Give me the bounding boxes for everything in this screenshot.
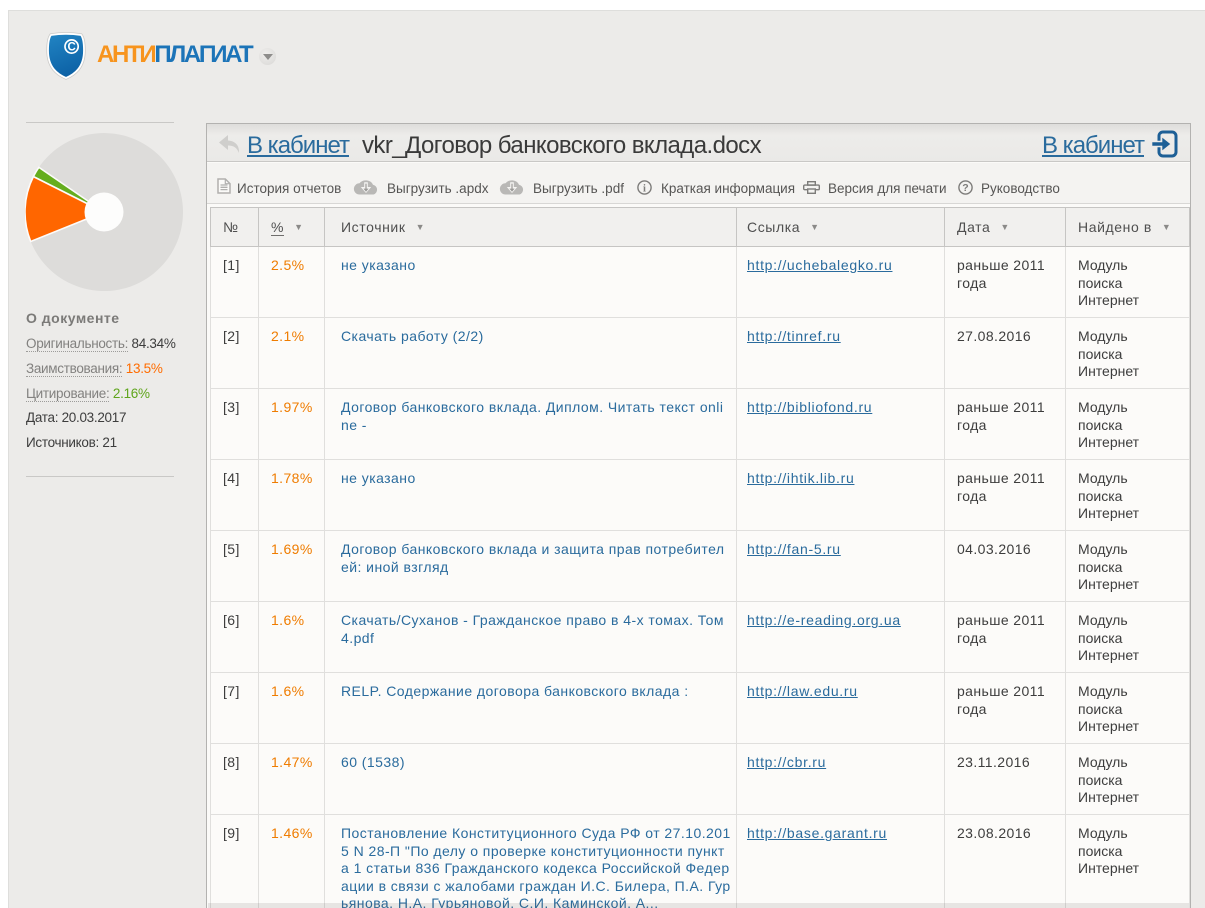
svg-text:C: C — [68, 42, 76, 54]
svg-text:i: i — [643, 183, 646, 194]
svg-text:?: ? — [962, 182, 968, 194]
